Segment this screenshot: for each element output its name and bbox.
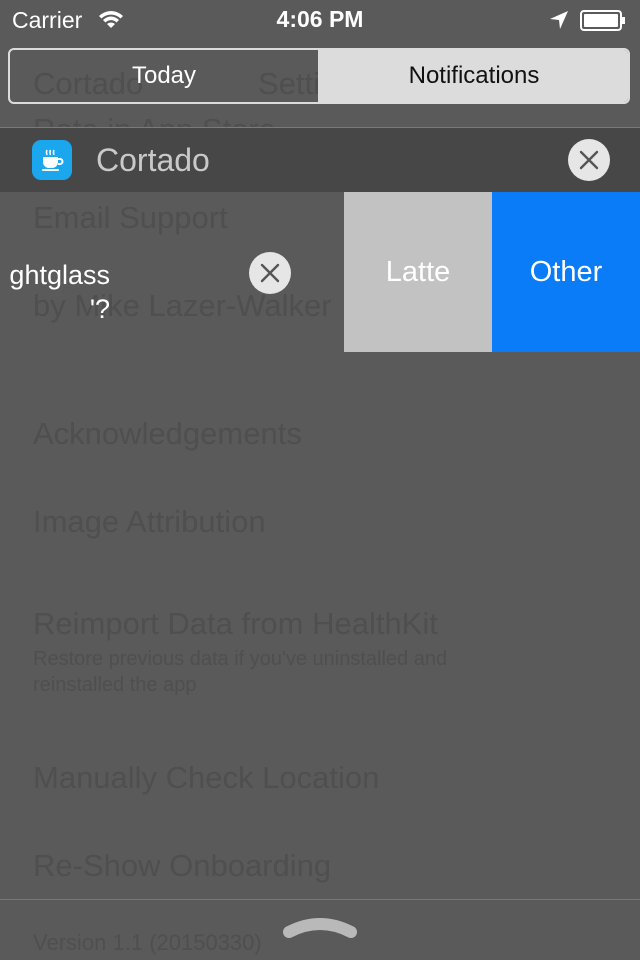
bg-row-check-location: Manually Check Location [33, 760, 380, 795]
divider [0, 899, 640, 900]
clock: 4:06 PM [276, 6, 364, 32]
close-icon [579, 150, 599, 170]
other-action-button[interactable]: Other [492, 192, 640, 352]
notification-row[interactable]: ghtglass '? Latte Other [0, 192, 640, 352]
coffee-cup-icon [32, 140, 72, 180]
notification-center-segmented-control: Today Notifications [8, 48, 630, 104]
tab-notifications[interactable]: Notifications [320, 50, 628, 102]
tab-today[interactable]: Today [10, 50, 320, 102]
bg-row-image-attribution: Image Attribution [33, 504, 266, 539]
location-arrow-icon [549, 10, 569, 35]
notification-message: ghtglass '? [0, 258, 110, 326]
notification-message-line-1: ghtglass [9, 260, 110, 290]
latte-action-button[interactable]: Latte [344, 192, 492, 352]
battery-icon [580, 10, 625, 31]
bg-row-reimport-subtitle-2: reinstalled the app [33, 674, 197, 696]
notification-message-line-2: '? [89, 294, 110, 324]
bg-version: Version 1.1 (20150330) [33, 930, 262, 955]
bg-row-reimport: Reimport Data from HealthKit [33, 606, 438, 641]
bg-row-acknowledgements: Acknowledgements [33, 416, 302, 451]
notification-group-header: Cortado [0, 128, 640, 192]
status-bar: Carrier 4:06 PM [0, 0, 640, 40]
bg-row-reimport-subtitle-1: Restore previous data if you've uninstal… [33, 648, 448, 670]
bg-row-reshow-onboarding: Re-Show Onboarding [33, 848, 332, 883]
clear-group-button[interactable] [568, 139, 610, 181]
clear-notification-button[interactable] [249, 252, 291, 294]
grabber-handle-icon[interactable] [283, 912, 357, 947]
close-icon [260, 263, 280, 283]
app-name: Cortado [96, 142, 210, 178]
